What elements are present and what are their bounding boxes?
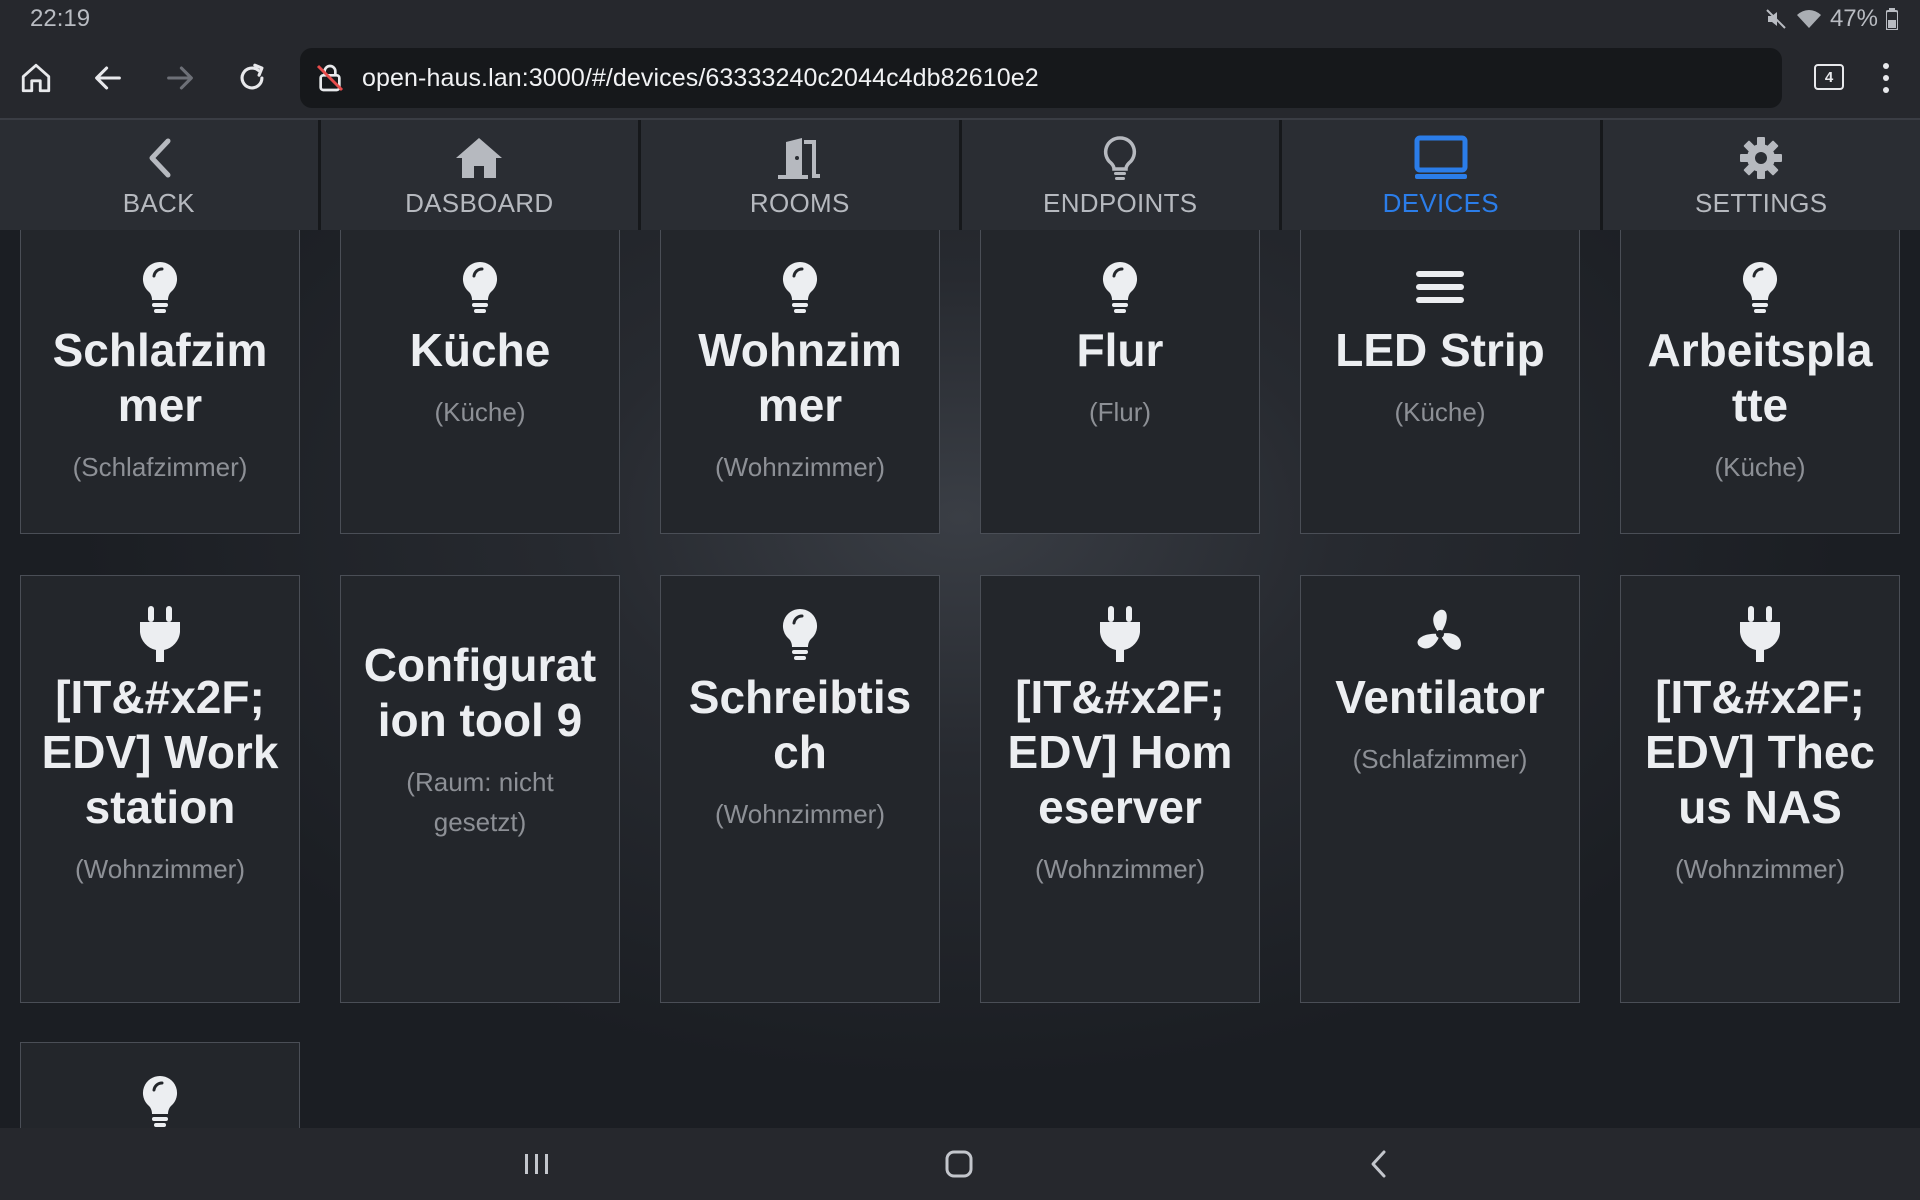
device-card-kueche[interactable]: Küche (Küche) xyxy=(340,230,620,534)
device-room: (Wohnzimmer) xyxy=(715,799,885,829)
plug-icon xyxy=(138,606,182,662)
browser-home-button[interactable] xyxy=(0,42,72,114)
device-room: (Schlafzimmer) xyxy=(72,452,248,482)
device-card-arbeitsplatte[interactable]: Arbeitsplatte (Küche) xyxy=(1620,230,1900,534)
device-room: (Wohnzimmer) xyxy=(1675,854,1845,884)
device-card-schreibtisch[interactable]: Schreibtisch (Wohnzimmer) xyxy=(660,575,940,1003)
device-name: [IT&#x2F;EDV] Homeserver xyxy=(1007,671,1233,833)
wifi-icon xyxy=(1796,8,1822,30)
device-card-ventilator[interactable]: Ventilator (Schlafzimmer) xyxy=(1300,575,1580,1003)
home-button[interactable] xyxy=(940,1142,978,1191)
battery-text: 47% xyxy=(1829,5,1878,32)
device-room: (Küche) xyxy=(1394,397,1486,427)
device-card-partial[interactable] xyxy=(20,1042,300,1128)
fan-icon xyxy=(1412,606,1468,662)
tab-switcher-button[interactable]: 4 xyxy=(1814,64,1844,90)
device-card-schlafzimmer[interactable]: Schlafzimmer (Schlafzimmer) xyxy=(20,230,300,534)
status-bar: 22:19 47% xyxy=(0,0,1920,38)
home-icon xyxy=(454,134,504,182)
browser-toolbar: open-haus.lan:3000/#/devices/63333240c20… xyxy=(0,38,1920,118)
lightbulb-icon xyxy=(780,259,820,315)
lightbulb-icon xyxy=(460,259,500,315)
menu-lines-icon xyxy=(1416,259,1464,315)
nav-tab-rooms[interactable]: ROOMS xyxy=(641,120,962,230)
browser-menu-button[interactable] xyxy=(1880,58,1892,103)
device-name: Ventilator xyxy=(1335,671,1545,723)
back-button[interactable] xyxy=(1364,1142,1394,1191)
browser-back-button[interactable] xyxy=(72,42,144,114)
insecure-lock-icon xyxy=(316,64,344,92)
status-icons: 47% xyxy=(1764,5,1898,33)
device-grid: Schlafzimmer (Schlafzimmer) Küche (Küche… xyxy=(0,230,1920,1128)
lightbulb-icon xyxy=(140,259,180,315)
device-card-flur[interactable]: Flur (Flur) xyxy=(980,230,1260,534)
browser-forward-button[interactable] xyxy=(144,42,216,114)
device-card-wohnzimmer[interactable]: Wohnzimmer (Wohnzimmer) xyxy=(660,230,940,534)
device-name: [IT&#x2F;EDV] Workstation xyxy=(41,671,279,833)
device-room: (Schlafzimmer) xyxy=(1352,744,1528,774)
device-name: Arbeitsplatte xyxy=(1647,324,1873,431)
lightbulb-icon xyxy=(780,606,820,662)
device-card-configuration-tool[interactable]: Configuration tool 9 (Raum: nicht gesetz… xyxy=(340,575,620,1003)
device-room: (Wohnzimmer) xyxy=(1035,854,1205,884)
recent-apps-icon xyxy=(525,1154,548,1174)
gear-icon xyxy=(1739,134,1783,182)
device-room: (Küche) xyxy=(1714,452,1806,482)
device-name: Küche xyxy=(409,324,551,376)
battery-icon xyxy=(1886,8,1898,30)
device-name: Configuration tool 9 xyxy=(363,639,597,746)
status-time: 22:19 xyxy=(30,5,91,32)
device-name: Flur xyxy=(1076,324,1164,376)
lightbulb-icon xyxy=(1100,259,1140,315)
home-outline-icon xyxy=(21,63,51,93)
door-icon xyxy=(776,134,824,182)
browser-reload-button[interactable] xyxy=(216,42,288,114)
home-circle-icon xyxy=(945,1150,973,1178)
plug-icon xyxy=(1738,606,1782,662)
device-card-thecus-nas[interactable]: [IT&#x2F;EDV] Thecus NAS (Wohnzimmer) xyxy=(1620,575,1900,1003)
lightbulb-icon xyxy=(140,1073,180,1128)
address-bar[interactable]: open-haus.lan:3000/#/devices/63333240c20… xyxy=(300,48,1782,108)
system-navigation-bar xyxy=(0,1128,1920,1200)
nav-tab-endpoints[interactable]: ENDPOINTS xyxy=(962,120,1282,230)
device-name: Wohnzimmer xyxy=(698,324,902,431)
recent-apps-button[interactable] xyxy=(520,1142,554,1191)
more-vertical-icon xyxy=(1883,63,1889,93)
nav-tab-back[interactable]: BACK xyxy=(0,120,321,230)
device-room: (Raum: nicht gesetzt) xyxy=(406,767,554,837)
device-room: (Flur) xyxy=(1088,397,1152,427)
device-name: Schreibtisch xyxy=(688,671,912,778)
monitor-icon xyxy=(1413,134,1469,182)
nav-tab-devices[interactable]: DEVICES xyxy=(1282,120,1603,230)
app-navigation: BACK DASBOARD ROOMS ENDPOINTS DEVICES SE… xyxy=(0,118,1920,230)
arrow-right-icon xyxy=(167,66,193,90)
plug-icon xyxy=(1098,606,1142,662)
device-card-workstation[interactable]: [IT&#x2F;EDV] Workstation (Wohnzimmer) xyxy=(20,575,300,1003)
nav-tab-dashboard[interactable]: DASBOARD xyxy=(321,120,641,230)
device-room: (Wohnzimmer) xyxy=(715,452,885,482)
device-name: LED Strip xyxy=(1335,324,1545,376)
reload-icon xyxy=(240,63,264,90)
mute-icon xyxy=(1764,7,1788,31)
chevron-left-icon xyxy=(144,134,174,182)
device-card-homeserver[interactable]: [IT&#x2F;EDV] Homeserver (Wohnzimmer) xyxy=(980,575,1260,1003)
chevron-left-icon xyxy=(1371,1150,1386,1178)
device-card-led-strip[interactable]: LED Strip (Küche) xyxy=(1300,230,1580,534)
device-name: [IT&#x2F;EDV] Thecus NAS xyxy=(1644,671,1876,833)
lightbulb-outline-icon xyxy=(1102,134,1138,182)
nav-tab-settings[interactable]: SETTINGS xyxy=(1603,120,1920,230)
lightbulb-icon xyxy=(1740,259,1780,315)
arrow-left-icon xyxy=(95,66,121,90)
device-room: (Küche) xyxy=(434,397,526,427)
device-room: (Wohnzimmer) xyxy=(75,854,245,884)
device-name: Schlafzimmer xyxy=(52,324,268,431)
url-text: open-haus.lan:3000/#/devices/63333240c20… xyxy=(362,63,1039,92)
